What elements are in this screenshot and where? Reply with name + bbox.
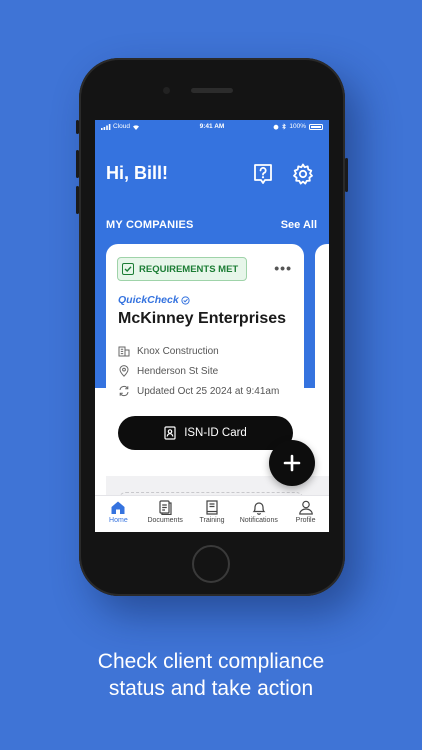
tab-home[interactable]: Home: [95, 496, 142, 532]
caption-line-1: Check client compliance: [97, 650, 325, 673]
updated-time: Updated Oct 25 2024 at 9:41am: [137, 385, 280, 397]
documents-icon: [159, 500, 172, 515]
app-screen: Cloud 9:41 AM 100% Hi, Bill! MY COMPANIE…: [95, 120, 329, 532]
volume-up-button: [76, 150, 79, 178]
tab-profile[interactable]: Profile: [282, 496, 329, 532]
location-pin-icon: [119, 365, 129, 377]
alarm-icon: [273, 124, 279, 130]
requirements-met-badge: REQUIREMENTS MET: [117, 257, 248, 281]
id-card-icon: [164, 426, 176, 440]
tab-documents-label: Documents: [147, 517, 183, 524]
earpiece-speaker: [191, 88, 233, 93]
tab-notifications-label: Notifications: [239, 517, 278, 524]
greeting: Hi, Bill!: [106, 163, 168, 183]
tab-documents[interactable]: Documents: [142, 496, 189, 532]
bluetooth-icon: [282, 123, 287, 130]
volume-down-button: [76, 186, 79, 214]
tab-notifications[interactable]: Notifications: [235, 496, 282, 532]
next-company-card[interactable]: [315, 244, 329, 476]
tab-training-label: Training: [199, 517, 225, 524]
more-options-icon[interactable]: •••: [274, 260, 292, 276]
training-icon: [206, 500, 218, 515]
shield-check-icon: [181, 295, 190, 305]
battery-percent: 100%: [289, 123, 306, 130]
tab-training[interactable]: Training: [189, 496, 236, 532]
plus-icon: [283, 454, 301, 472]
gear-icon[interactable]: [291, 162, 315, 186]
tab-profile-label: Profile: [295, 517, 316, 524]
mute-switch: [76, 120, 79, 134]
caption-line-2: status and take action: [108, 677, 314, 700]
status-bar: Cloud 9:41 AM 100%: [95, 120, 329, 132]
marketing-caption: Check client compliance status and take …: [0, 648, 422, 702]
add-button[interactable]: [269, 440, 315, 486]
checkbox-check-icon: [122, 263, 134, 275]
help-icon[interactable]: [251, 162, 275, 186]
client-name: Knox Construction: [137, 345, 219, 357]
site-name: Henderson St Site: [137, 365, 219, 377]
battery-icon: [309, 123, 323, 130]
power-button: [345, 158, 348, 192]
isn-id-card-label: ISN-ID Card: [184, 427, 247, 439]
bell-icon: [252, 502, 266, 515]
site-row: Henderson St Site: [118, 365, 218, 377]
tab-home-label: Home: [109, 517, 128, 524]
company-card[interactable]: REQUIREMENTS MET ••• QuickCheck McKinney…: [106, 244, 304, 476]
section-title-companies: MY COMPANIES: [106, 219, 194, 231]
home-icon: [111, 501, 125, 514]
building-icon: [118, 346, 130, 357]
front-camera: [163, 87, 170, 94]
brand-label: QuickCheck: [118, 294, 179, 306]
badge-label: REQUIREMENTS MET: [139, 263, 239, 275]
profile-icon: [298, 500, 313, 515]
quickcheck-logo: QuickCheck: [118, 294, 190, 306]
isn-id-card-button[interactable]: ISN-ID Card: [118, 416, 293, 450]
bottom-tab-bar: Home Documents Training Notifications Pr…: [95, 495, 329, 532]
refresh-icon: [119, 385, 129, 397]
see-all-link[interactable]: See All: [281, 219, 317, 231]
updated-row: Updated Oct 25 2024 at 9:41am: [118, 385, 279, 397]
home-hardware-button[interactable]: [192, 545, 230, 583]
company-name: McKinney Enterprises: [118, 310, 287, 327]
client-row: Knox Construction: [118, 345, 219, 357]
phone-frame: Cloud 9:41 AM 100% Hi, Bill! MY COMPANIE…: [76, 58, 348, 596]
